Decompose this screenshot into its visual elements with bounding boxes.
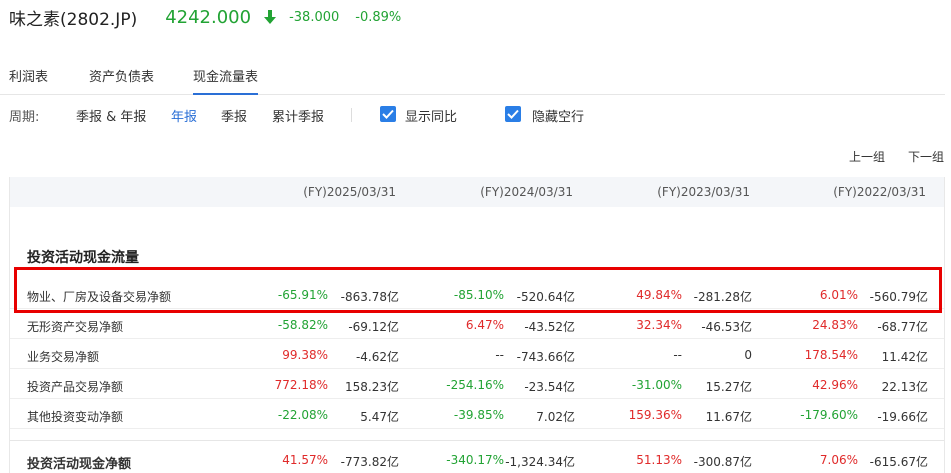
table-header: (FY)2025/03/31 (FY)2024/03/31 (FY)2023/0… — [10, 177, 944, 207]
yoy-percent-cell: 7.06% — [819, 453, 858, 467]
value-cell: -743.66亿 — [516, 350, 575, 364]
value-cell: 0 — [744, 348, 752, 362]
value-cell: -46.53亿 — [701, 320, 752, 334]
yoy-percent-cell: 772.18% — [274, 378, 328, 392]
table-row-total: 投资活动现金净额 41.57% -773.82亿 -340.17% -1,324.34亿… — [10, 440, 944, 473]
value-cell: -773.82亿 — [340, 455, 399, 469]
yoy-percent-cell: 6.47% — [465, 318, 504, 332]
table-row: 无形资产交易净额 -58.82% -69.12亿 6.47% -43.52亿 32.34%… — [10, 309, 944, 339]
column-header: (FY)2024/03/31 — [480, 185, 573, 199]
value-cell: 22.13亿 — [881, 380, 928, 394]
value-cell: 11.67亿 — [705, 410, 752, 424]
tab-balance-sheet[interactable]: 资产负债表 — [89, 66, 154, 95]
statement-tabs: 利润表 资产负债表 现金流量表 — [0, 60, 945, 95]
value-cell: -615.67亿 — [869, 455, 928, 469]
show-yoy-checkbox[interactable] — [380, 106, 396, 122]
yoy-percent-cell: -39.85% — [453, 408, 504, 422]
table-row: 其他投资变动净额 -22.08% 5.47亿 -39.85% 7.02亿 159.36% 1… — [10, 399, 944, 429]
hide-empty-rows-label[interactable]: 隐藏空行 — [532, 106, 584, 125]
yoy-percent-cell: 51.13% — [636, 453, 682, 467]
column-header: (FY)2023/03/31 — [657, 185, 750, 199]
yoy-percent-cell: -- — [673, 348, 682, 362]
value-cell: 7.02亿 — [536, 410, 575, 424]
filter-quarterly[interactable]: 季报 — [221, 106, 247, 125]
value-cell: -19.66亿 — [877, 410, 928, 424]
stock-change-percent: -0.89% — [355, 9, 402, 25]
prev-group-button[interactable]: 上一组 — [849, 148, 885, 165]
stock-header: 味之素(2802.JP) 4242.000 -38.000 -0.89% — [9, 4, 401, 30]
row-label: 投资活动现金净额 — [27, 457, 132, 472]
period-label: 周期: — [9, 110, 40, 125]
column-header: (FY)2025/03/31 — [303, 185, 396, 199]
yoy-percent-cell: 41.57% — [282, 453, 328, 467]
value-cell: 158.23亿 — [345, 380, 399, 394]
row-label: 投资产品交易净额 — [27, 380, 124, 394]
hide-empty-rows-checkbox[interactable] — [505, 106, 521, 122]
stock-change: -38.000 — [289, 9, 340, 25]
filter-divider — [351, 108, 352, 122]
show-yoy-label[interactable]: 显示同比 — [405, 106, 457, 125]
yoy-percent-cell: 99.38% — [282, 348, 328, 362]
stock-name: 味之素(2802.JP) — [9, 9, 138, 30]
yoy-percent-cell: -22.08% — [277, 408, 328, 422]
value-cell: -68.77亿 — [877, 320, 928, 334]
filter-quarterly-annual[interactable]: 季报 & 年报 — [76, 106, 146, 125]
row-label: 无形资产交易净额 — [27, 320, 124, 334]
yoy-percent-cell: 159.36% — [628, 408, 682, 422]
yoy-percent-cell: -179.60% — [800, 408, 858, 422]
yoy-percent-cell: -31.00% — [631, 378, 682, 392]
arrow-down-icon — [263, 9, 277, 25]
column-header: (FY)2022/03/31 — [833, 185, 926, 199]
value-cell: 5.47亿 — [360, 410, 399, 424]
yoy-percent-cell: 42.96% — [812, 378, 858, 392]
filter-cumulative-quarterly[interactable]: 累计季报 — [272, 106, 324, 125]
yoy-percent-cell: 24.83% — [812, 318, 858, 332]
period-filter-bar: 周期: 季报 & 年报 年报 季报 累计季报 显示同比 隐藏空行 — [0, 105, 951, 127]
yoy-percent-cell: -254.16% — [446, 378, 504, 392]
table-row: 业务交易净额 99.38% -4.62亿 -- -743.66亿 -- 0 178.54% 11… — [10, 339, 944, 369]
next-group-button[interactable]: 下一组 — [908, 148, 944, 165]
highlight-box — [14, 267, 942, 313]
yoy-percent-cell: 178.54% — [804, 348, 858, 362]
value-cell: 11.42亿 — [881, 350, 928, 364]
row-label: 业务交易净额 — [27, 350, 100, 364]
filter-annual[interactable]: 年报 — [171, 106, 197, 125]
yoy-percent-cell: -340.17% — [446, 453, 504, 467]
cash-flow-table: (FY)2025/03/31 (FY)2024/03/31 (FY)2023/0… — [9, 177, 945, 473]
value-cell: -1,324.34亿 — [505, 455, 575, 469]
value-cell: -300.87亿 — [693, 455, 752, 469]
value-cell: 15.27亿 — [705, 380, 752, 394]
section-title: 投资活动现金流量 — [27, 250, 139, 266]
row-label: 其他投资变动净额 — [27, 410, 124, 424]
value-cell: -69.12亿 — [348, 320, 399, 334]
value-cell: -23.54亿 — [524, 380, 575, 394]
yoy-percent-cell: -- — [495, 348, 504, 362]
value-cell: -4.62亿 — [355, 350, 399, 364]
tab-income-statement[interactable]: 利润表 — [9, 66, 48, 95]
value-cell: -43.52亿 — [524, 320, 575, 334]
tab-cash-flow[interactable]: 现金流量表 — [193, 66, 259, 95]
table-row: 投资产品交易净额 772.18% 158.23亿 -254.16% -23.54亿 -31… — [10, 369, 944, 399]
yoy-percent-cell: 32.34% — [636, 318, 682, 332]
stock-price: 4242.000 — [165, 6, 252, 28]
yoy-percent-cell: -58.82% — [277, 318, 328, 332]
